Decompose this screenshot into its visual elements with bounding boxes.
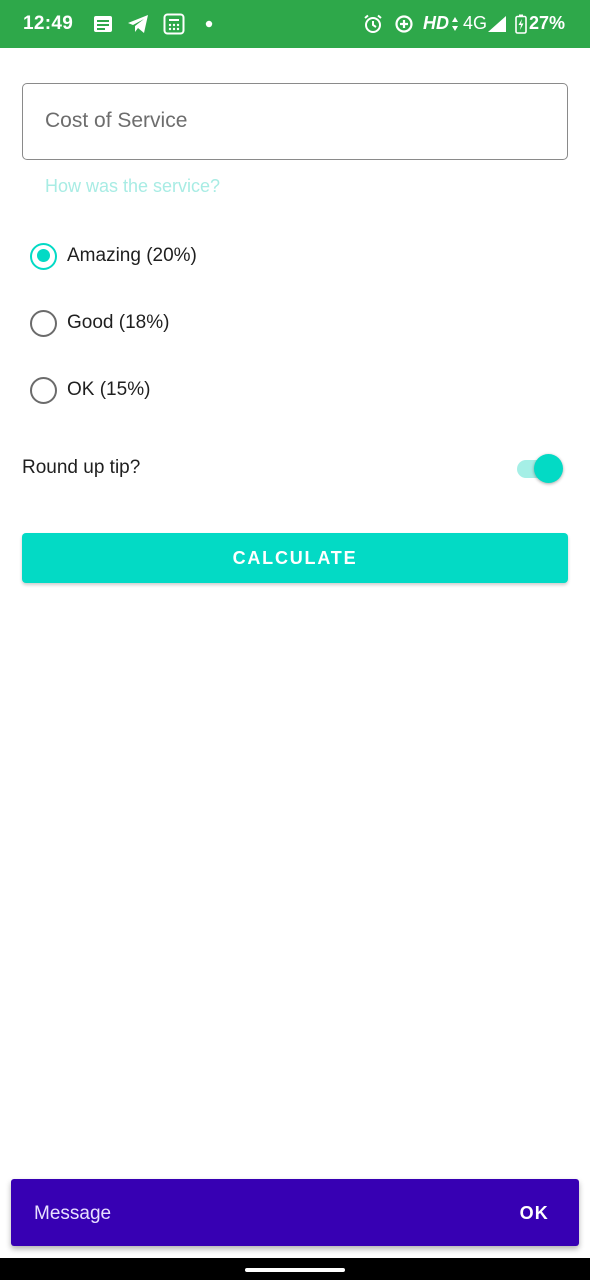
cost-of-service-placeholder: Cost of Service <box>45 109 188 132</box>
app-screen: 12:49 HD 4G 27% Cost of Service How was … <box>0 0 590 1280</box>
radio-option-label: Amazing (20%) <box>67 245 197 266</box>
radio-option-good[interactable]: Good (18%) <box>30 303 169 343</box>
radio-option-ok[interactable]: OK (15%) <box>30 370 150 410</box>
cost-of-service-input[interactable]: Cost of Service <box>22 83 568 160</box>
battery-charging-icon <box>514 0 528 48</box>
radio-option-amazing[interactable]: Amazing (20%) <box>30 236 197 276</box>
status-bar: 12:49 HD 4G 27% <box>0 0 590 48</box>
switch-thumb[interactable] <box>534 454 563 483</box>
radio-unchecked-icon[interactable] <box>30 309 57 337</box>
hd-indicator: HD <box>423 13 449 33</box>
snackbar-message: Message <box>34 1203 112 1224</box>
battery-percent: 27% <box>529 13 566 33</box>
radio-option-label: OK (15%) <box>67 379 151 400</box>
data-saver-icon <box>393 0 415 48</box>
service-question-label: How was the service? <box>45 176 221 196</box>
status-time: 12:49 <box>23 13 74 34</box>
snackbar: Message OK <box>11 1179 579 1246</box>
gesture-handle[interactable] <box>245 1268 345 1272</box>
network-type: 4G <box>463 13 488 33</box>
radio-option-label: Good (18%) <box>67 312 170 333</box>
data-arrows-icon <box>450 0 460 48</box>
telegram-icon <box>126 0 150 48</box>
signal-icon <box>486 0 508 48</box>
round-up-label: Round up tip? <box>22 457 141 478</box>
calculate-button[interactable]: CALCULATE <box>22 533 568 583</box>
radio-unchecked-icon[interactable] <box>30 376 57 404</box>
alarm-icon <box>362 0 384 48</box>
navigation-bar <box>0 1258 590 1280</box>
round-up-switch[interactable] <box>517 452 565 486</box>
calculator-icon <box>162 0 186 48</box>
notification-dot-icon <box>204 0 214 48</box>
message-icon <box>92 0 114 48</box>
radio-checked-icon[interactable] <box>30 242 57 270</box>
snackbar-ok-button[interactable]: OK <box>520 1203 549 1224</box>
